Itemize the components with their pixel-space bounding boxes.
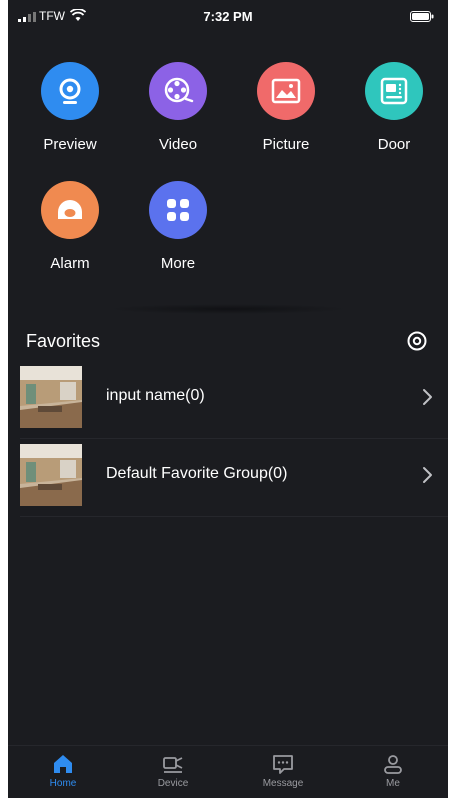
tab-device[interactable]: Device [118,746,228,798]
tab-label-home: Home [49,778,77,789]
more-circle[interactable] [149,181,207,239]
tab-label-device: Device [157,778,189,789]
tab-bar: Home Device Message Me [8,745,448,798]
picture-circle[interactable] [257,62,315,120]
app-label-more: More [160,255,196,272]
app-label-picture: Picture [262,136,310,153]
row-separator [20,516,448,517]
device-icon [163,757,183,773]
home-icon [54,755,72,773]
row-separator [20,438,448,439]
favorite-name: input name(0) [106,387,205,404]
app-preview[interactable]: Preview [20,62,120,153]
tab-label-message: Message [262,778,304,789]
app-label-video: Video [158,136,198,153]
tab-home[interactable]: Home [8,746,118,798]
video-circle[interactable] [149,62,207,120]
gear-icon[interactable] [406,330,428,352]
film-reel-icon [164,77,194,103]
door-circle[interactable] [365,62,423,120]
camera-icon [59,78,81,104]
tab-label-me: Me [386,778,400,789]
favorite-thumbnail [20,366,82,428]
chevron-right-icon [423,467,432,483]
picture-icon [271,78,301,104]
alarm-icon [58,200,82,219]
favorite-thumbnail [20,444,82,506]
tab-message[interactable]: Message [228,746,338,798]
app-more[interactable]: More [128,181,228,272]
user-icon [384,755,402,774]
app-label-preview: Preview [43,136,97,153]
favorites-title: Favorites [26,331,101,351]
phone-screen: TFW 7:32 PM Preview Video Picture Door A… [8,0,448,798]
chevron-right-icon [423,389,432,405]
battery-icon [410,11,434,22]
tab-me[interactable]: Me [338,746,448,798]
favorite-item[interactable]: Default Favorite Group(0) [20,444,448,522]
app-door[interactable]: Door [344,62,444,153]
app-label-alarm: Alarm [50,255,90,272]
alarm-circle[interactable] [41,181,99,239]
status-time: 7:32 PM [203,9,253,24]
favorite-name: Default Favorite Group(0) [106,465,288,482]
more-grid-icon [167,199,189,221]
app-video[interactable]: Video [128,62,228,153]
door-intercom-icon [380,77,408,105]
app-alarm[interactable]: Alarm [20,181,120,272]
status-bar: TFW 7:32 PM [8,0,448,34]
section-divider [108,304,348,314]
message-icon [273,755,293,774]
preview-circle[interactable] [41,62,99,120]
app-picture[interactable]: Picture [236,62,336,153]
app-label-door: Door [377,136,411,153]
favorite-item[interactable]: input name(0) [20,366,448,444]
